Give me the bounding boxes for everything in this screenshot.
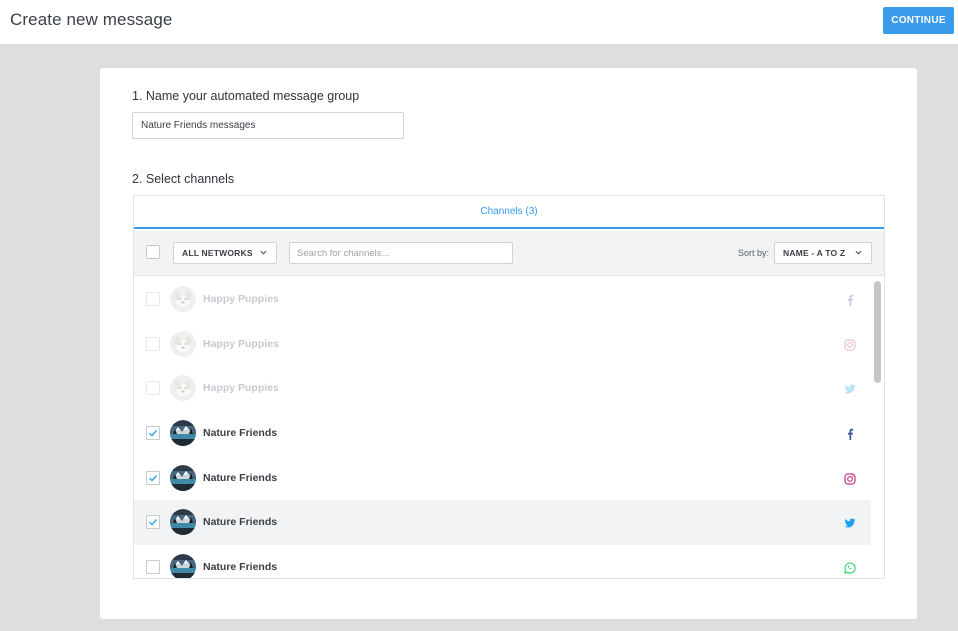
continue-button[interactable]: CONTINUE xyxy=(883,7,954,34)
channel-name: Nature Friends xyxy=(203,516,278,529)
channel-list: Happy Puppies Happy Puppies Happy Puppies N… xyxy=(134,277,871,578)
scrollbar-thumb[interactable] xyxy=(874,281,881,383)
channel-name: Nature Friends xyxy=(203,471,278,484)
sort-dropdown[interactable]: NAME - A TO Z xyxy=(774,242,872,264)
avatar xyxy=(170,554,196,578)
channel-search-input[interactable] xyxy=(289,242,513,264)
instagram-icon xyxy=(844,338,856,351)
channel-checkbox[interactable] xyxy=(146,560,160,575)
chevron-down-icon xyxy=(260,250,267,255)
channel-name: Happy Puppies xyxy=(203,337,279,350)
channels-panel: Channels (3) ALL NETWORKS Sort by: NAME … xyxy=(133,195,885,579)
chevron-down-icon xyxy=(855,250,862,255)
channel-filter-bar: ALL NETWORKS Sort by: NAME - A TO Z xyxy=(134,231,884,276)
select-all-checkbox[interactable] xyxy=(146,245,160,259)
channel-row[interactable]: Nature Friends xyxy=(134,500,871,546)
channel-row[interactable]: Nature Friends xyxy=(134,411,871,456)
sort-label: Sort by: xyxy=(738,248,770,258)
channel-row: Happy Puppies xyxy=(134,322,871,367)
channel-name: Happy Puppies xyxy=(203,382,279,395)
channel-name: Nature Friends xyxy=(203,561,278,574)
channel-checkbox[interactable] xyxy=(146,515,160,530)
step-2-label: 2. Select channels xyxy=(132,172,235,186)
top-bar: Create new message CONTINUE xyxy=(0,0,958,44)
avatar xyxy=(170,375,196,402)
twitter-icon xyxy=(844,516,856,528)
channel-name: Nature Friends xyxy=(203,427,278,440)
twitter-icon xyxy=(844,382,856,394)
group-name-input[interactable] xyxy=(132,112,404,139)
channel-row[interactable]: Nature Friends xyxy=(134,456,871,501)
tab-channels[interactable]: Channels (3) xyxy=(134,196,884,229)
networks-dropdown[interactable]: ALL NETWORKS xyxy=(173,242,277,264)
form-card: 1. Name your automated message group 2. … xyxy=(100,68,917,619)
whatsapp-icon xyxy=(844,561,856,574)
channel-checkbox[interactable] xyxy=(146,470,160,485)
step-1-label: 1. Name your automated message group xyxy=(132,89,360,103)
networks-dropdown-label: ALL NETWORKS xyxy=(182,248,253,258)
channel-checkbox xyxy=(146,381,160,396)
channel-checkbox xyxy=(146,336,160,351)
scrollbar[interactable] xyxy=(871,277,884,578)
facebook-icon xyxy=(844,293,856,306)
avatar xyxy=(170,330,196,357)
avatar xyxy=(170,420,196,447)
sort-dropdown-label: NAME - A TO Z xyxy=(783,248,846,258)
channel-row[interactable]: Nature Friends xyxy=(134,545,871,578)
instagram-icon xyxy=(844,472,856,485)
avatar xyxy=(170,509,196,536)
channel-row: Happy Puppies xyxy=(134,277,871,322)
page-title: Create new message xyxy=(10,10,173,29)
avatar xyxy=(170,286,196,312)
channel-name: Happy Puppies xyxy=(203,293,279,305)
channel-checkbox xyxy=(146,292,160,306)
channel-checkbox[interactable] xyxy=(146,426,160,441)
facebook-icon xyxy=(844,427,856,441)
channel-row: Happy Puppies xyxy=(134,366,871,411)
avatar xyxy=(170,464,196,491)
